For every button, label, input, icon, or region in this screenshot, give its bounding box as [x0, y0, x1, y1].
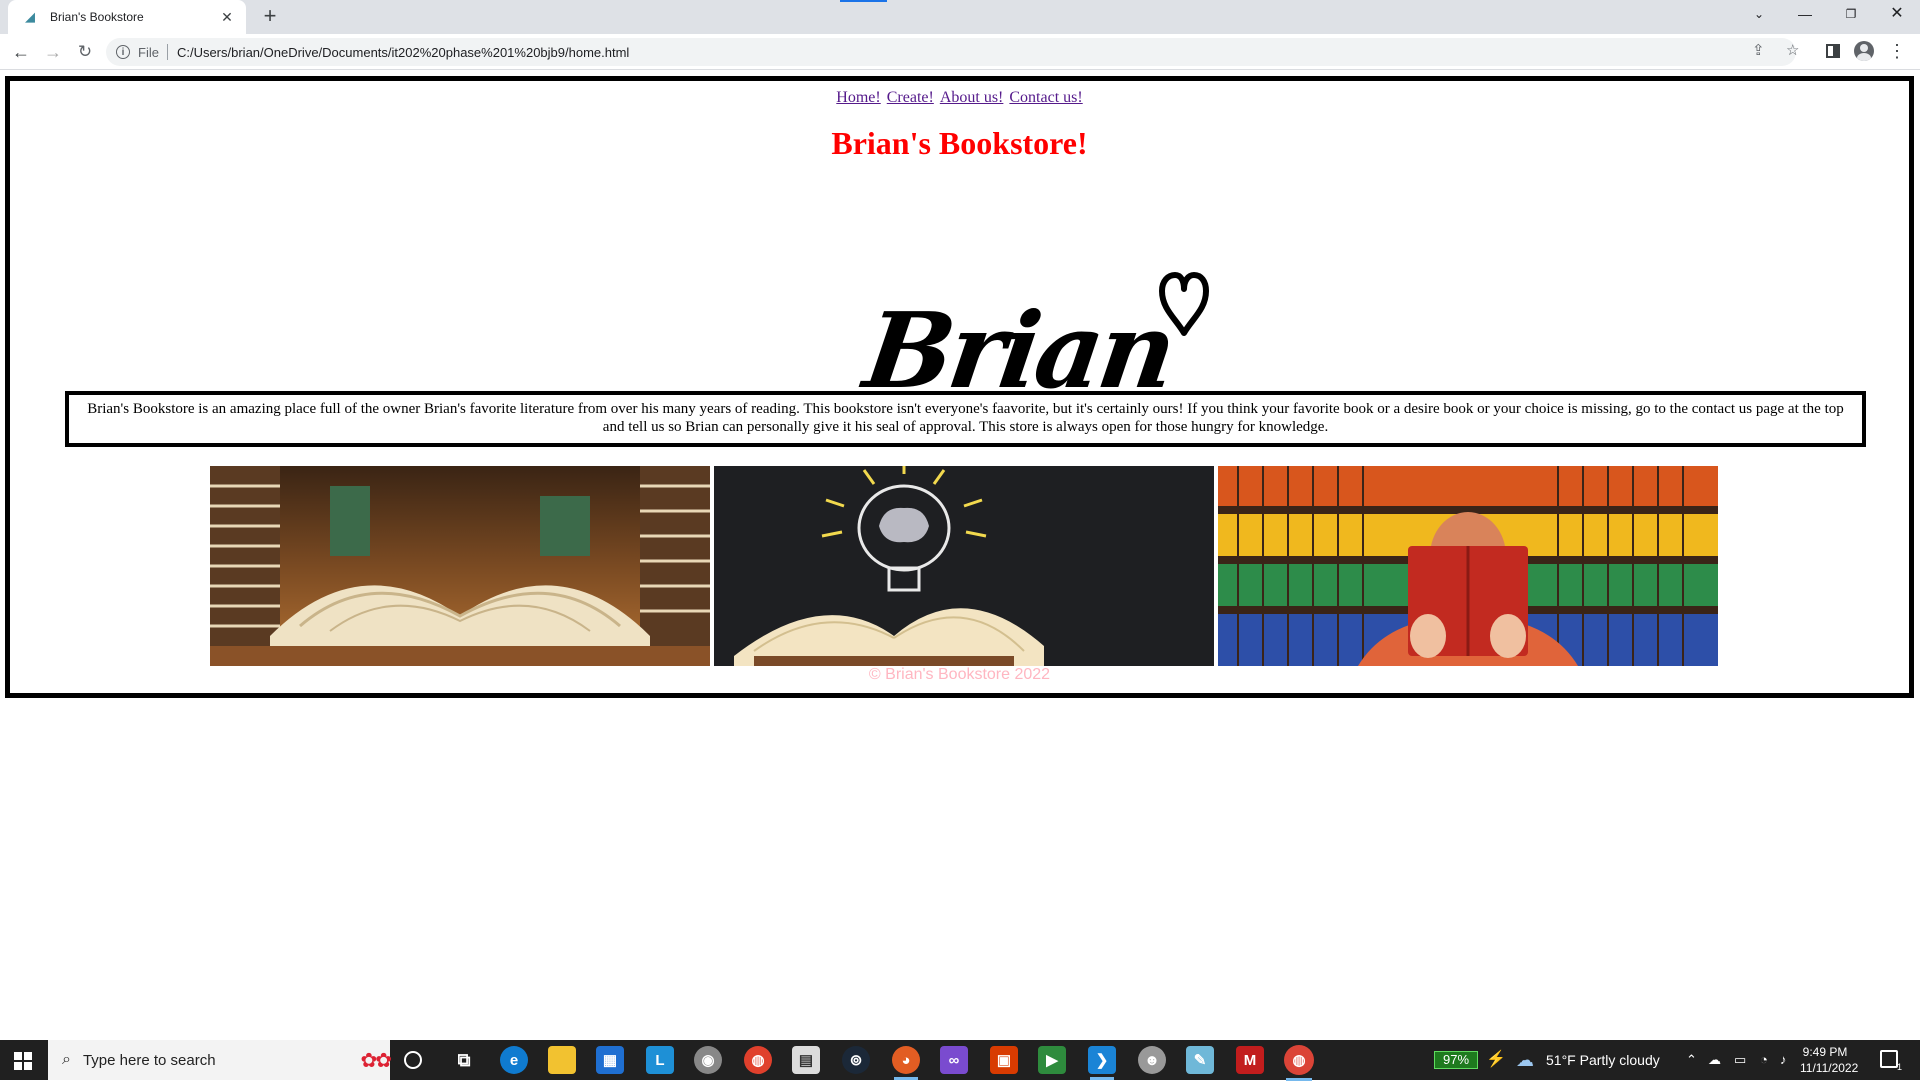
office-icon[interactable]: ▣	[990, 1046, 1018, 1074]
l-app-icon[interactable]: L	[646, 1046, 674, 1074]
tab-strip: ◢ Brian's Bookstore ✕ + ⌄ — ❐ ✕	[0, 0, 1920, 34]
security-shield-icon[interactable]: ◉	[694, 1046, 722, 1074]
browser-toolbar: ← → ↻ i File C:/Users/brian/OneDrive/Doc…	[0, 34, 1920, 70]
notification-center-icon[interactable]: 1	[1880, 1050, 1902, 1072]
nav-link-about[interactable]: About us!	[940, 89, 1004, 106]
browser-menu-icon[interactable]: ⋮	[1888, 41, 1906, 62]
vscode-icon[interactable]: ❯	[1088, 1046, 1116, 1080]
windows-start-icon[interactable]	[14, 1052, 32, 1070]
lightbulb-brain-book-image	[714, 466, 1214, 666]
address-separator	[166, 44, 168, 60]
search-icon: ⌕	[62, 1051, 71, 1068]
weather-text[interactable]: 51°F Partly cloudy	[1546, 1040, 1660, 1080]
taskbar-search-box[interactable]: ⌕ Type here to search ✿✿	[48, 1040, 392, 1080]
back-arrow-icon[interactable]: ←	[9, 40, 33, 64]
taskbar-clock[interactable]: 9:49 PM 11/11/2022	[1800, 1044, 1859, 1076]
power-plug-icon[interactable]: ⚡	[1486, 1040, 1506, 1080]
github-desktop-icon[interactable]: ☻	[1138, 1046, 1166, 1074]
microsoft-store-icon[interactable]: ▦	[596, 1046, 624, 1074]
chrome-active-icon[interactable]: ◍	[1284, 1045, 1314, 1081]
file-explorer-icon[interactable]	[548, 1046, 576, 1074]
tab-search-icon[interactable]: ⌄	[1736, 0, 1782, 28]
brian-signature-logo: Brian	[857, 289, 1180, 412]
side-panel-icon[interactable]	[1826, 44, 1840, 58]
taskbar-search-placeholder: Type here to search	[82, 1051, 216, 1069]
forward-arrow-icon[interactable]: →	[41, 40, 65, 64]
url-text[interactable]: C:/Users/brian/OneDrive/Documents/it202%…	[177, 45, 629, 60]
reload-icon[interactable]: ↻	[73, 40, 97, 64]
weather-cloud-icon[interactable]: ☁	[1516, 1040, 1534, 1080]
heart-icon	[1159, 272, 1209, 336]
bookmark-star-icon[interactable]: ☆	[1786, 41, 1799, 59]
chrome-icon[interactable]: ◍	[744, 1046, 772, 1074]
wifi-icon[interactable]: ◔	[1760, 1040, 1768, 1080]
window-close-button[interactable]: ✕	[1874, 0, 1920, 28]
site-footer: © Brian's Bookstore 2022	[868, 666, 1051, 683]
firefox-icon[interactable]: ◕	[892, 1046, 920, 1080]
search-highlight-flowers-icon: ✿✿	[360, 1049, 391, 1072]
address-bar[interactable]: i File C:/Users/brian/OneDrive/Documents…	[106, 38, 1796, 66]
steam-icon[interactable]: ⊚	[842, 1046, 870, 1074]
page-bordered-container: Home! Create! About us! Contact us! Bria…	[5, 76, 1914, 698]
volume-icon[interactable]: ♪	[1780, 1040, 1787, 1080]
clock-time: 9:49 PM	[1802, 1045, 1848, 1059]
onedrive-status-icon[interactable]: ☁	[1708, 1040, 1721, 1080]
url-scheme-label: File	[138, 44, 159, 60]
open-book-stack-image	[210, 466, 710, 666]
media-app-icon[interactable]: ▶	[1038, 1046, 1066, 1074]
window-minimize-button[interactable]: —	[1782, 0, 1828, 28]
display-icon[interactable]: ▭	[1734, 1040, 1746, 1080]
share-icon[interactable]: ⇪	[1752, 41, 1765, 59]
task-view-icon[interactable]: ⧉	[450, 1046, 478, 1074]
page-favicon-icon: ◢	[25, 9, 35, 24]
site-info-icon[interactable]: i	[116, 45, 130, 59]
show-hidden-icons-chevron-icon[interactable]: ⌃	[1686, 1040, 1697, 1080]
profile-avatar-icon[interactable]	[1854, 41, 1874, 61]
edge-browser-icon[interactable]: e	[500, 1046, 528, 1074]
nav-link-contact[interactable]: Contact us!	[1009, 89, 1082, 106]
tab-title: Brian's Bookstore	[50, 10, 144, 24]
site-nav: Home! Create! About us! Contact us!	[10, 89, 1909, 107]
mcafee-icon[interactable]: M	[1236, 1046, 1264, 1074]
document-app-icon[interactable]: ▤	[792, 1046, 820, 1074]
notes-app-icon[interactable]: ✎	[1186, 1046, 1214, 1074]
tab-brians-bookstore[interactable]: ◢ Brian's Bookstore ✕	[8, 0, 246, 34]
window-restore-button[interactable]: ❐	[1828, 0, 1874, 28]
battery-level-badge[interactable]: 97%	[1434, 1051, 1478, 1069]
tab-loading-indicator	[840, 0, 887, 2]
page-title: Brian's Bookstore!	[831, 125, 1088, 161]
visual-studio-icon[interactable]: ∞	[940, 1046, 968, 1074]
windows-taskbar: ⌕ Type here to search ✿✿ ⧉ e ▦ L ◉ ◍ ▤ ⊚…	[0, 1040, 1920, 1081]
new-tab-button[interactable]: +	[258, 5, 282, 29]
reader-library-shelves-image	[1218, 466, 1718, 666]
nav-link-home[interactable]: Home!	[836, 89, 880, 106]
tab-close-icon[interactable]: ✕	[218, 8, 236, 26]
clock-date: 11/11/2022	[1800, 1061, 1859, 1075]
nav-link-create[interactable]: Create!	[887, 89, 934, 106]
cortana-icon[interactable]	[404, 1051, 422, 1069]
about-description: Brian's Bookstore is an amazing place fu…	[65, 391, 1866, 447]
notification-count: 1	[1896, 1062, 1902, 1072]
